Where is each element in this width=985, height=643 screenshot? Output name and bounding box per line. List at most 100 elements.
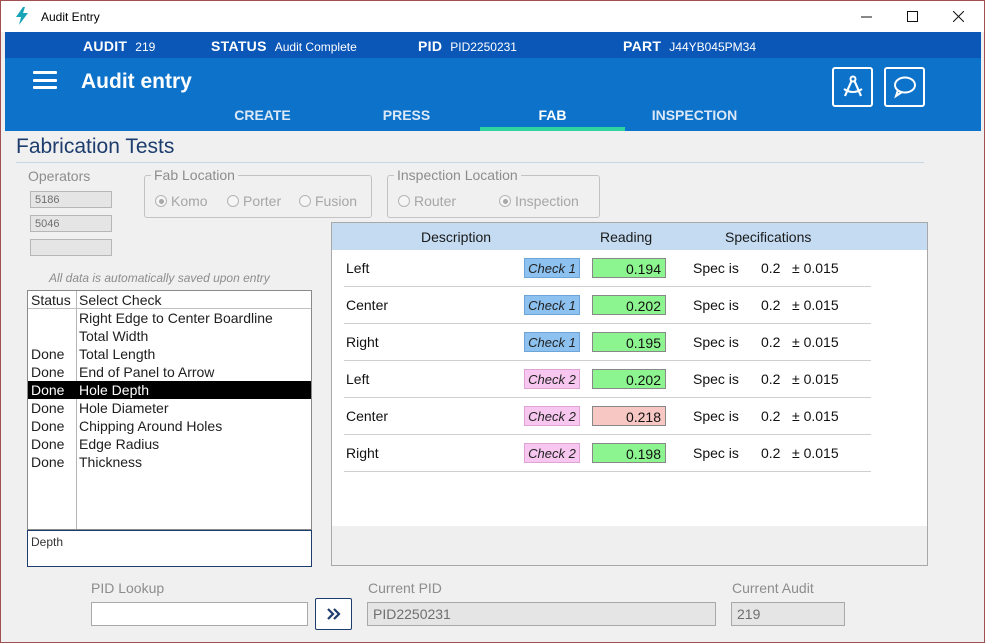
reading-column-header: Reading [600, 229, 653, 245]
item-check: Total Length [79, 346, 156, 362]
item-check: Hole Depth [79, 382, 150, 398]
spec-tolerance: ± 0.015 [792, 260, 839, 276]
tab-inspection[interactable]: INSPECTION [622, 106, 767, 131]
item-status: Done [31, 454, 65, 470]
check-badge: Check 1 [524, 258, 580, 278]
radio-router[interactable]: Router [398, 193, 456, 209]
status-value: Audit Complete [274, 40, 357, 54]
readings-table-body: Left Check 1 0.194 Spec is 0.2 ± 0.015 C… [332, 250, 927, 526]
item-status: Done [31, 364, 65, 380]
current-audit-field: 219 [731, 602, 845, 626]
radio-inspection[interactable]: Inspection [499, 193, 579, 209]
list-item[interactable]: Total Width [28, 327, 311, 345]
spec-prefix: Spec is [693, 297, 739, 313]
radio-porter[interactable]: Porter [227, 193, 281, 209]
readings-table-header: Description Reading Specifications [332, 223, 927, 250]
audit-label: AUDIT [83, 38, 128, 54]
lightning-icon [16, 7, 28, 25]
close-icon [952, 11, 964, 22]
list-item[interactable]: Right Edge to Center Boardline [28, 309, 311, 327]
compass-button[interactable] [832, 67, 873, 107]
list-item[interactable]: Done Chipping Around Holes [28, 417, 311, 435]
list-item[interactable]: Done End of Panel to Arrow [28, 363, 311, 381]
current-pid-label: Current PID [368, 580, 442, 596]
spec-value: 0.2 [761, 445, 781, 461]
fab-location-label: Fab Location [151, 167, 238, 183]
maximize-icon [906, 11, 918, 22]
radio-selected-icon [155, 195, 167, 207]
app-header: AUDIT 219 STATUS Audit Complete PID PID2250… [5, 32, 981, 131]
table-row: Right Check 2 0.198 Spec is 0.2 ± 0.015 [344, 435, 871, 472]
tab-create[interactable]: CREATE [190, 106, 335, 131]
operator-field-2[interactable]: 5046 [30, 215, 112, 232]
list-item[interactable]: Done Edge Radius [28, 435, 311, 453]
fab-location-group: Fab Location Komo Porter Fusion [144, 167, 372, 218]
inspection-location-group: Inspection Location Router Inspection [387, 167, 600, 218]
radio-fusion[interactable]: Fusion [299, 193, 357, 209]
menu-icon[interactable] [33, 71, 57, 89]
row-description: Left [346, 371, 370, 387]
list-item[interactable]: Done Thickness [28, 453, 311, 471]
title-bar: Audit Entry [1, 1, 984, 32]
check-column-header: Select Check [79, 292, 162, 308]
reading-field[interactable]: 0.195 [592, 332, 666, 352]
autosave-note: All data is automatically saved upon ent… [49, 271, 270, 285]
part-label: PART [623, 38, 662, 54]
table-row: Right Check 1 0.195 Spec is 0.2 ± 0.015 [344, 324, 871, 361]
item-check: Hole Diameter [79, 400, 169, 416]
pid-lookup-input[interactable] [91, 602, 308, 626]
info-pid: PID PID2250231 [418, 38, 517, 54]
list-item[interactable]: Done Hole Diameter [28, 399, 311, 417]
reading-field[interactable]: 0.202 [592, 295, 666, 315]
check-list[interactable]: Status Select Check Right Edge to Center… [27, 290, 312, 530]
radio-komo[interactable]: Komo [155, 193, 208, 209]
maximize-button[interactable] [889, 1, 935, 32]
page-title: Audit entry [81, 70, 192, 93]
item-check: Chipping Around Holes [79, 418, 223, 434]
radio-router-label: Router [414, 193, 457, 209]
radio-unselected-icon [299, 195, 311, 207]
reading-field[interactable]: 0.202 [592, 369, 666, 389]
row-description: Left [346, 260, 370, 276]
pid-label: PID [418, 38, 443, 54]
operator-field-1[interactable]: 5186 [30, 191, 112, 208]
table-row: Center Check 1 0.202 Spec is 0.2 ± 0.015 [344, 287, 871, 324]
section-title: Fabrication Tests [16, 135, 175, 158]
reading-field-out-of-spec[interactable]: 0.218 [592, 406, 666, 426]
item-check: Thickness [79, 454, 143, 470]
spec-prefix: Spec is [693, 371, 739, 387]
part-value: J44YB045PM34 [669, 40, 757, 54]
table-row: Left Check 1 0.194 Spec is 0.2 ± 0.015 [344, 250, 871, 287]
radio-unselected-icon [227, 195, 239, 207]
tab-fab[interactable]: FAB [480, 106, 625, 131]
spec-tolerance: ± 0.015 [792, 371, 839, 387]
pid-value: PID2250231 [450, 40, 517, 54]
operator-field-3[interactable] [30, 239, 112, 256]
item-status: Done [31, 400, 65, 416]
item-check: Edge Radius [79, 436, 160, 452]
check-detail-field[interactable]: Depth [27, 530, 312, 567]
list-item[interactable]: Done Total Length [28, 345, 311, 363]
double-chevron-right-icon [326, 608, 341, 620]
item-check: Total Width [79, 328, 149, 344]
minimize-button[interactable] [843, 1, 889, 32]
speech-bubble-icon [893, 76, 916, 99]
radio-porter-label: Porter [243, 193, 282, 209]
close-button[interactable] [935, 1, 981, 32]
pid-lookup-go-button[interactable] [315, 598, 352, 630]
audit-info-bar: AUDIT 219 STATUS Audit Complete PID PID2250… [5, 32, 981, 58]
radio-selected-icon [499, 195, 511, 207]
spec-prefix: Spec is [693, 260, 739, 276]
reading-field[interactable]: 0.194 [592, 258, 666, 278]
header-row: Status Select Check [28, 291, 311, 309]
info-part: PART J44YB045PM34 [623, 38, 756, 54]
current-pid-field: PID2250231 [367, 602, 716, 626]
comment-button[interactable] [884, 67, 925, 107]
drafting-compass-icon [842, 75, 863, 97]
reading-field[interactable]: 0.198 [592, 443, 666, 463]
table-row: Left Check 2 0.202 Spec is 0.2 ± 0.015 [344, 361, 871, 398]
tab-press[interactable]: PRESS [334, 106, 479, 131]
spec-value: 0.2 [761, 371, 781, 387]
spec-tolerance: ± 0.015 [792, 334, 839, 350]
list-item-selected[interactable]: Done Hole Depth [28, 381, 311, 399]
